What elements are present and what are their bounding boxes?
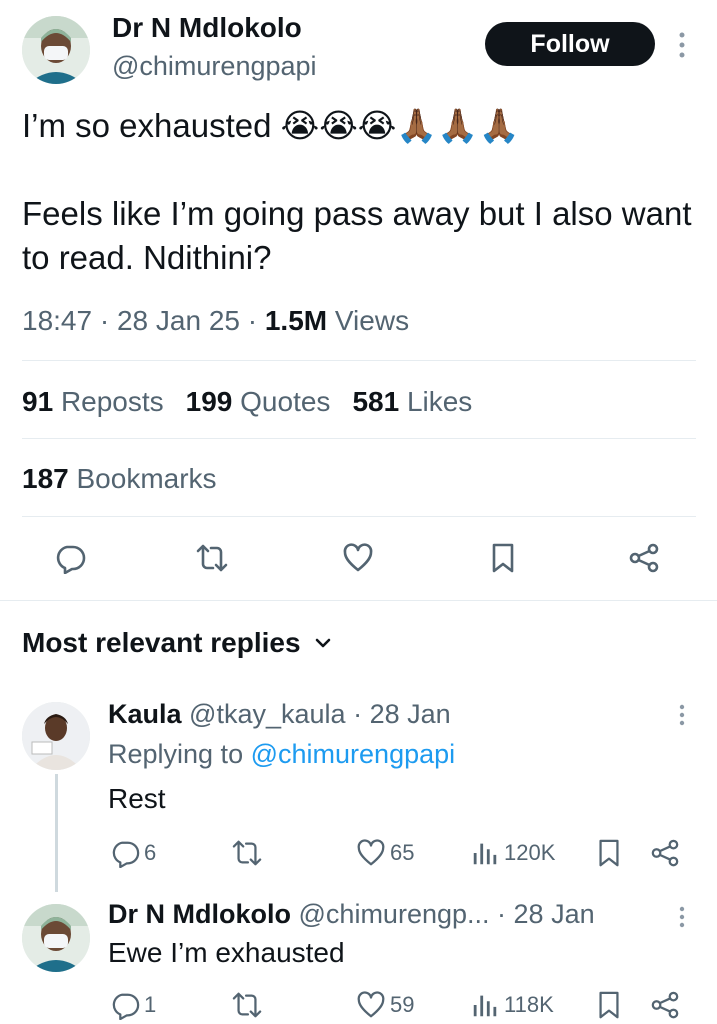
reply-text: Ewe I’m exhausted [108,937,345,968]
reply-more-icon[interactable] [672,702,692,728]
reply-like-button[interactable]: 65 [356,838,414,868]
reply-like-button[interactable]: 59 [356,990,414,1020]
reply-reply-button[interactable]: 6 [110,838,156,868]
repost-icon[interactable] [196,542,228,574]
engagement-stats: 91 Reposts 199 Quotes 581 Likes [22,385,472,419]
reply-icon [112,993,140,1020]
bookmark-icon [599,839,619,867]
reply-share-button[interactable] [650,990,680,1020]
reply-icon[interactable] [54,542,86,574]
bookmarks-stat-row: 187 Bookmarks [22,462,217,496]
reply-header: Kaula @tkay_kaula · 28 Jan [108,699,451,729]
repost-icon [232,992,262,1018]
reply-icon [112,841,140,868]
chevron-down-icon [315,638,330,648]
like-icon[interactable] [342,542,374,574]
reply-more-icon[interactable] [672,904,692,930]
like-icon [357,839,385,866]
bookmark-icon [599,991,619,1019]
follow-button[interactable]: Follow [485,22,655,66]
reply-bookmark-button[interactable] [594,990,624,1020]
views-icon [473,995,497,1017]
tweet-time[interactable]: 18:47 [22,305,92,336]
reply-author-handle[interactable]: @tkay_kaula [189,699,346,729]
likes-stat[interactable]: 581 Likes [352,385,472,419]
replying-to-mention[interactable]: @chimurengpapi [251,739,456,769]
divider [22,360,696,361]
share-icon[interactable] [628,542,660,574]
author-avatar[interactable] [22,16,90,84]
reply-views-button[interactable]: 118K [470,990,554,1020]
thread-line [55,774,58,892]
views-count: 1.5M [264,305,328,336]
reply-share-button[interactable] [650,838,680,868]
views-icon [473,843,497,865]
share-icon [651,991,679,1019]
bookmark-icon[interactable] [487,542,519,574]
repost-icon [232,840,262,866]
tweet-text: I’m so exhausted 😭😭😭🙏🏾🙏🏾🙏🏾 Feels like I’… [22,107,692,276]
reply-avatar[interactable] [22,904,90,972]
reply-header: Dr N Mdlokolo @chimurengp... · 28 Jan [108,899,595,929]
section-separator [0,600,717,601]
divider [22,438,696,439]
views-label: Views [334,305,410,336]
quotes-stat[interactable]: 199 Quotes [186,385,331,419]
more-options-icon[interactable] [672,28,692,62]
replies-sort-label: Most relevant replies [22,627,301,658]
tweet-meta: 18:47 · 28 Jan 25 · 1.5M Views [22,305,410,336]
author-name[interactable]: Dr N Mdlokolo [112,12,302,44]
author-handle[interactable]: @chimurengpapi [112,50,317,82]
reply-views-button[interactable]: 120K [470,838,555,868]
reply-repost-button[interactable] [232,838,266,868]
tweet-date[interactable]: 28 Jan 25 [117,305,240,336]
share-icon [651,839,679,867]
like-icon [357,991,385,1018]
bookmarks-stat[interactable]: 187 Bookmarks [22,462,217,496]
replying-to: Replying to @chimurengpapi [108,739,456,769]
replies-sort-dropdown[interactable]: Most relevant replies [22,626,333,660]
reposts-stat[interactable]: 91 Reposts [22,385,164,419]
divider [22,516,696,517]
reply-repost-button[interactable] [232,990,266,1020]
reply-date[interactable]: 28 Jan [514,899,595,929]
reply-author-name[interactable]: Kaula [108,699,182,729]
reply-author-handle[interactable]: @chimurengp... [299,899,490,929]
reply-bookmark-button[interactable] [594,838,624,868]
reply-text: Rest [108,783,166,814]
reply-avatar[interactable] [22,702,90,770]
reply-author-name[interactable]: Dr N Mdlokolo [108,899,291,929]
reply-reply-button[interactable]: 1 [110,990,156,1020]
reply-date[interactable]: 28 Jan [370,699,451,729]
